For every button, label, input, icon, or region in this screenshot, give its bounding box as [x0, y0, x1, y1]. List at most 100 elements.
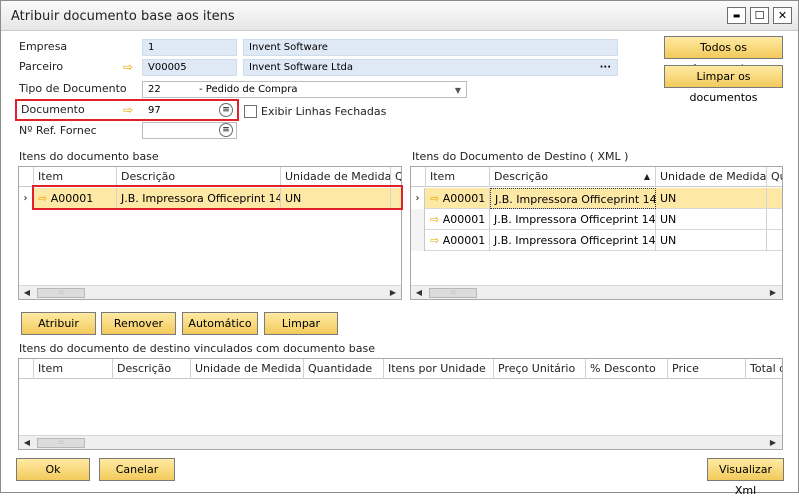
- dialog-window: Atribuir documento base aos itens ▬ ☐ ✕ …: [0, 0, 799, 497]
- row-header-cell: [411, 230, 425, 251]
- title-bar[interactable]: Atribuir documento base aos itens ▬ ☐ ✕: [1, 1, 798, 31]
- column-header-descricao[interactable]: Descrição ▲: [490, 167, 656, 187]
- exibir-linhas-fechadas-label: Exibir Linhas Fechadas: [261, 105, 387, 118]
- parceiro-label: Parceiro: [19, 60, 64, 73]
- column-header-price[interactable]: Price: [668, 359, 746, 379]
- tipo-documento-code: 22: [148, 84, 161, 95]
- row-header-corner: [411, 167, 426, 187]
- row-header-cell: [411, 209, 425, 230]
- minimize-button[interactable]: ▬: [727, 7, 746, 24]
- automatico-button[interactable]: Automático: [182, 312, 258, 335]
- column-header-descricao-text: Descrição: [494, 170, 549, 183]
- sort-ascending-icon: ▲: [643, 172, 650, 181]
- close-button[interactable]: ✕: [773, 7, 792, 24]
- row-header-corner: [19, 167, 34, 187]
- scroll-right-icon[interactable]: ▶: [767, 437, 779, 449]
- linked-items-grid: Item Descrição Unidade de Medida Quantid…: [18, 358, 783, 450]
- limpar-button[interactable]: Limpar: [264, 312, 338, 335]
- column-header-descricao[interactable]: Descrição: [117, 167, 281, 187]
- todos-documentos-button[interactable]: Todos os documentos: [664, 36, 783, 75]
- parceiro-name-field[interactable]: Invent Software Ltda ···: [243, 59, 618, 76]
- cell-descricao: J.B. Impressora Officeprint 1420: [490, 209, 656, 230]
- base-grid-header: Item Descrição Unidade de Medida Qua: [19, 167, 401, 187]
- parceiro-link-arrow-icon[interactable]: ⇨: [123, 61, 137, 73]
- parceiro-name-text: Invent Software Ltda: [249, 62, 354, 73]
- scroll-left-icon[interactable]: ◀: [21, 437, 33, 449]
- cell-quantidade: [767, 188, 782, 209]
- tipo-documento-label: Tipo de Documento: [19, 82, 127, 95]
- column-header-preco-unitario[interactable]: Preço Unitário: [494, 359, 586, 379]
- list-icon: ≡: [222, 105, 230, 115]
- column-header-quantidade[interactable]: Quantidade: [304, 359, 384, 379]
- cell-descricao: J.B. Impressora Officeprint 1420: [490, 188, 656, 209]
- scroll-thumb[interactable]: :::: [429, 288, 477, 298]
- dest-grid-header: Item Descrição ▲ Unidade de Medida Qu: [411, 167, 782, 187]
- cell-item: ⇨ A00001: [426, 230, 490, 251]
- base-grid-hscrollbar[interactable]: ◀ ::: ▶: [19, 285, 401, 299]
- cell-item: ⇨ A00001: [426, 209, 490, 230]
- dest-grid-title: Itens do Documento de Destino ( XML ): [412, 150, 629, 163]
- documento-list-button[interactable]: ≡: [219, 103, 233, 117]
- column-header-unidade[interactable]: Unidade de Medida: [656, 167, 767, 187]
- cell-item: ⇨ A00001: [426, 188, 490, 209]
- documento-link-arrow-icon[interactable]: ⇨: [123, 104, 137, 116]
- column-header-desconto[interactable]: % Desconto: [586, 359, 668, 379]
- arrow-link-icon[interactable]: ⇨: [430, 213, 439, 226]
- exibir-linhas-fechadas-checkbox[interactable]: [244, 105, 257, 118]
- scroll-right-icon[interactable]: ▶: [767, 287, 779, 299]
- column-header-quantidade[interactable]: Qu: [767, 167, 782, 187]
- column-header-item[interactable]: Item: [426, 167, 490, 187]
- cell-item-text: A00001: [442, 213, 486, 226]
- scroll-thumb[interactable]: :::: [37, 288, 85, 298]
- linked-grid-hscrollbar[interactable]: ◀ ::: ▶: [19, 435, 782, 449]
- tipo-documento-desc: - Pedido de Compra: [199, 84, 298, 95]
- column-header-itens-por-unidade[interactable]: Itens por Unidade: [384, 359, 494, 379]
- column-header-quantidade[interactable]: Qua: [391, 167, 401, 187]
- chevron-down-icon: ▼: [454, 86, 461, 95]
- parceiro-code-field[interactable]: V00005: [142, 59, 237, 76]
- more-options-icon[interactable]: ···: [600, 60, 611, 75]
- cell-unidade: UN: [656, 209, 767, 230]
- limpar-documentos-button[interactable]: Limpar os documentos: [664, 65, 783, 104]
- scroll-right-icon[interactable]: ▶: [387, 287, 399, 299]
- column-header-unidade[interactable]: Unidade de Medida: [281, 167, 391, 187]
- minimize-icon: ▬: [732, 11, 741, 20]
- cancelar-button[interactable]: Canelar: [99, 458, 175, 481]
- arrow-link-icon[interactable]: ⇨: [430, 234, 439, 247]
- window-title: Atribuir documento base aos itens: [11, 9, 235, 24]
- column-header-item[interactable]: Item: [34, 359, 113, 379]
- cell-quantidade: [767, 209, 782, 230]
- scroll-thumb[interactable]: :::: [37, 438, 85, 448]
- column-header-descricao[interactable]: Descrição: [113, 359, 191, 379]
- ok-button[interactable]: Ok: [16, 458, 90, 481]
- cell-descricao: J.B. Impressora Officeprint 1420: [490, 230, 656, 251]
- remover-button[interactable]: Remover: [101, 312, 176, 335]
- close-icon: ✕: [777, 9, 788, 22]
- base-grid-title: Itens do documento base: [19, 150, 159, 163]
- arrow-link-icon[interactable]: ⇨: [430, 192, 439, 205]
- scroll-left-icon[interactable]: ◀: [21, 287, 33, 299]
- dest-grid-hscrollbar[interactable]: ◀ ::: ▶: [411, 285, 782, 299]
- empresa-name-field[interactable]: Invent Software: [243, 39, 618, 56]
- cell-quantidade: [767, 230, 782, 251]
- row-pointer-icon: ›: [411, 188, 425, 209]
- atribuir-button[interactable]: Atribuir: [21, 312, 96, 335]
- table-row[interactable]: › ⇨ A00001 J.B. Impressora Officeprint 1…: [411, 188, 782, 209]
- dest-items-grid: Item Descrição ▲ Unidade de Medida Qu › …: [410, 166, 783, 300]
- ref-fornec-label: Nº Ref. Fornec: [19, 124, 97, 137]
- row-pointer-icon: ›: [19, 188, 33, 209]
- scroll-left-icon[interactable]: ◀: [413, 287, 425, 299]
- empresa-code-field[interactable]: 1: [142, 39, 237, 56]
- maximize-button[interactable]: ☐: [750, 7, 769, 24]
- column-header-item[interactable]: Item: [34, 167, 117, 187]
- ref-fornec-list-button[interactable]: ≡: [219, 123, 233, 137]
- visualizar-xml-button[interactable]: Visualizar Xml: [707, 458, 784, 497]
- table-row[interactable]: ⇨ A00001 J.B. Impressora Officeprint 142…: [411, 230, 782, 251]
- column-header-total[interactable]: Total d: [746, 359, 782, 379]
- tipo-documento-select[interactable]: 22 - Pedido de Compra ▼: [142, 81, 467, 98]
- linked-grid-header: Item Descrição Unidade de Medida Quantid…: [19, 359, 782, 379]
- cell-unidade: UN: [656, 188, 767, 209]
- column-header-unidade[interactable]: Unidade de Medida: [191, 359, 304, 379]
- cell-item-text: A00001: [442, 192, 486, 205]
- table-row[interactable]: ⇨ A00001 J.B. Impressora Officeprint 142…: [411, 209, 782, 230]
